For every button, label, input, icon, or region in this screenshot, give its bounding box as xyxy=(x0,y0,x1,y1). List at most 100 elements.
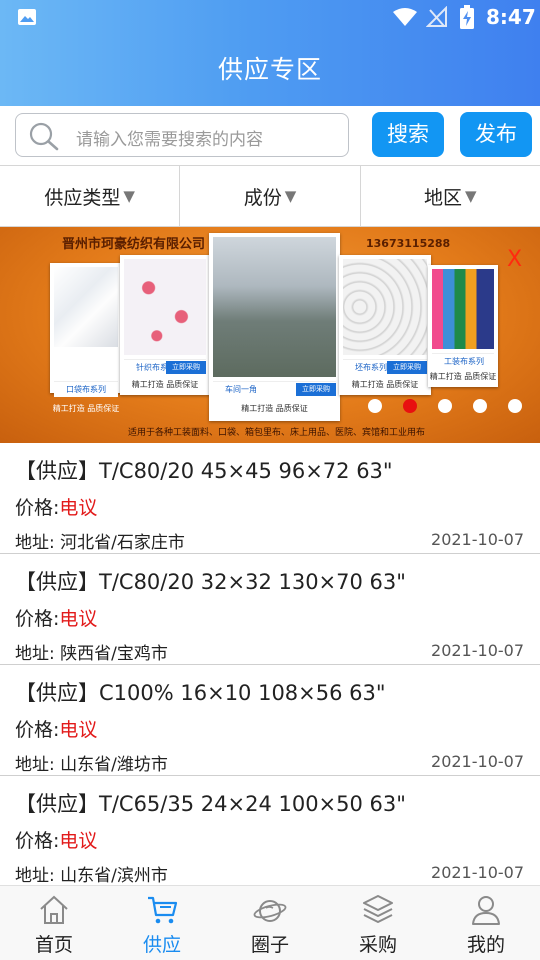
banner-card: 车间一角 立即采购 精工打造 品质保证 xyxy=(209,233,340,421)
filter-label: 供应类型 xyxy=(44,186,121,209)
fabric-image xyxy=(432,269,494,349)
app-header: 8:47 供应专区 xyxy=(0,0,540,106)
fabric-image xyxy=(54,267,118,347)
price-value: 电议 xyxy=(59,608,98,630)
price-label: 价格: xyxy=(15,497,60,519)
card-slogan: 精工打造 品质保证 xyxy=(241,404,308,413)
item-date: 2021-10-07 xyxy=(431,863,524,882)
buy-now-button[interactable]: 立即采购 xyxy=(296,383,336,396)
bottom-nav: 首页 供应 圈子 采购 我的 xyxy=(0,885,540,960)
price-value: 电议 xyxy=(59,719,98,741)
buy-now-button[interactable]: 立即采购 xyxy=(166,361,206,374)
page-title: 供应专区 xyxy=(217,55,322,84)
item-title: 【供应】T/C80/20 45×45 96×72 63" xyxy=(15,459,393,483)
status-bar: 8:47 xyxy=(0,0,540,36)
item-date: 2021-10-07 xyxy=(431,641,524,660)
status-time: 8:47 xyxy=(486,5,536,29)
card-series: 工装布系列 xyxy=(444,357,484,366)
nav-circle[interactable]: 圈子 xyxy=(216,886,324,960)
gallery-icon xyxy=(18,9,36,25)
item-date: 2021-10-07 xyxy=(431,752,524,771)
cart-icon xyxy=(148,896,178,924)
carousel-dot[interactable] xyxy=(473,399,487,413)
search-button[interactable]: 搜索 xyxy=(372,112,444,157)
dropdown-arrow-icon: ▼ xyxy=(123,187,135,205)
search-row: 请输入您需要搜索的内容 搜索 发布 xyxy=(0,106,540,166)
user-icon xyxy=(472,896,500,925)
nav-home[interactable]: 首页 xyxy=(0,886,108,960)
search-placeholder: 请输入您需要搜索的内容 xyxy=(76,130,263,150)
banner-close-button[interactable]: X xyxy=(507,247,522,272)
item-price: 价格:电议 xyxy=(15,604,97,631)
home-icon xyxy=(40,895,68,924)
carousel-dot[interactable] xyxy=(508,399,522,413)
buy-now-button[interactable]: 立即采购 xyxy=(387,361,427,374)
banner-company: 晋州市珂豪纺织有限公司 xyxy=(62,237,206,252)
banner-footer: 适用于各种工装面料、口袋、箱包里布、床上用品、医院、宾馆和工业用布 xyxy=(128,428,426,438)
fabric-image xyxy=(124,259,206,355)
item-price: 价格:电议 xyxy=(15,715,97,742)
item-price: 价格:电议 xyxy=(15,493,97,520)
price-label: 价格: xyxy=(15,608,60,630)
list-item[interactable]: 【供应】C100% 16×10 108×56 63" 价格:电议 地址: 山东省… xyxy=(0,665,540,776)
price-value: 电议 xyxy=(59,497,98,519)
item-address: 地址: 河北省/石家庄市 xyxy=(15,533,185,553)
list-item[interactable]: 【供应】T/C80/20 32×32 130×70 63" 价格:电议 地址: … xyxy=(0,554,540,665)
battery-charging-icon xyxy=(460,5,474,29)
promo-banner[interactable]: 晋州市珂豪纺织有限公司 13673115288 X 口袋布系列 精工打造 品质保… xyxy=(0,227,540,443)
planet-icon xyxy=(253,900,287,922)
list-item[interactable]: 【供应】T/C65/35 24×24 100×50 63" 价格:电议 地址: … xyxy=(0,776,540,887)
price-value: 电议 xyxy=(59,830,98,852)
nav-label: 圈子 xyxy=(250,934,289,956)
carousel-dot[interactable] xyxy=(368,399,382,413)
banner-card: 口袋布系列 精工打造 品质保证 xyxy=(50,263,122,413)
filter-label: 地区 xyxy=(424,186,463,209)
nav-label: 采购 xyxy=(358,934,397,956)
carousel-indicator xyxy=(368,399,522,413)
card-slogan: 精工打造 品质保证 xyxy=(429,372,497,381)
card-slogan: 精工打造 品质保证 xyxy=(52,404,120,413)
card-slogan: 精工打造 品质保证 xyxy=(351,380,419,389)
wifi-icon xyxy=(393,8,417,26)
price-label: 价格: xyxy=(15,719,60,741)
item-address: 地址: 陕西省/宝鸡市 xyxy=(15,644,168,664)
nav-supply[interactable]: 供应 xyxy=(108,886,216,960)
banner-phone: 13673115288 xyxy=(366,237,451,250)
filter-bar: 供应类型 ▼ 成份 ▼ 地区 ▼ xyxy=(0,166,540,227)
list-item[interactable]: 【供应】T/C80/20 45×45 96×72 63" 价格:电议 地址: 河… xyxy=(0,443,540,554)
carousel-dot-active[interactable] xyxy=(403,399,417,413)
no-signal-icon xyxy=(426,6,447,27)
card-series: 坯布系列 xyxy=(355,363,387,372)
search-input[interactable]: 请输入您需要搜索的内容 xyxy=(15,113,349,157)
search-icon xyxy=(29,122,59,151)
nav-label: 供应 xyxy=(142,934,181,956)
dropdown-arrow-icon: ▼ xyxy=(465,187,477,205)
banner-card: 坯布系列 立即采购 精工打造 品质保证 xyxy=(339,255,431,395)
fabric-image xyxy=(343,259,427,355)
item-title: 【供应】T/C80/20 32×32 130×70 63" xyxy=(15,570,406,594)
nav-label: 我的 xyxy=(466,934,505,956)
filter-composition[interactable]: 成份 ▼ xyxy=(180,166,361,226)
filter-region[interactable]: 地区 ▼ xyxy=(361,166,540,226)
dropdown-arrow-icon: ▼ xyxy=(284,187,297,205)
card-series: 口袋布系列 xyxy=(66,385,106,394)
price-label: 价格: xyxy=(15,830,60,852)
item-title: 【供应】C100% 16×10 108×56 63" xyxy=(15,681,386,705)
card-series: 车间一角 xyxy=(225,385,257,394)
item-price: 价格:电议 xyxy=(15,826,97,853)
item-title: 【供应】T/C65/35 24×24 100×50 63" xyxy=(15,792,406,816)
filter-label: 成份 xyxy=(243,186,282,209)
publish-button[interactable]: 发布 xyxy=(460,112,532,157)
nav-purchase[interactable]: 采购 xyxy=(324,886,432,960)
supply-list: 【供应】T/C80/20 45×45 96×72 63" 价格:电议 地址: 河… xyxy=(0,443,540,887)
carousel-dot[interactable] xyxy=(438,399,452,413)
item-date: 2021-10-07 xyxy=(431,530,524,549)
banner-card: 工装布系列 精工打造 品质保证 xyxy=(428,265,498,387)
item-address: 地址: 山东省/潍坊市 xyxy=(15,755,168,775)
banner-card: 针织布系列 立即采购 精工打造 品质保证 xyxy=(120,255,210,395)
filter-supply-type[interactable]: 供应类型 ▼ xyxy=(0,166,181,226)
workshop-image xyxy=(213,237,336,377)
layers-icon xyxy=(363,895,393,923)
card-slogan: 精工打造 品质保证 xyxy=(131,380,199,389)
nav-mine[interactable]: 我的 xyxy=(432,886,540,960)
